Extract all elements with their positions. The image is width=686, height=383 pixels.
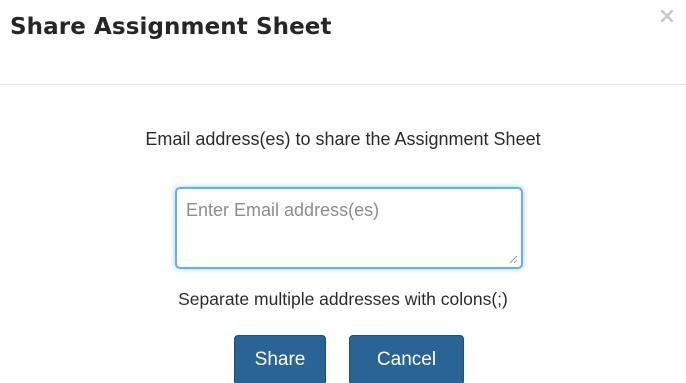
instructions-label: Email address(es) to share the Assignmen…: [145, 129, 541, 149]
share-button[interactable]: Share: [234, 335, 326, 383]
share-dialog: Share Assignment Sheet × Email address(e…: [0, 0, 686, 383]
dialog-header: Share Assignment Sheet ×: [0, 0, 686, 85]
separator-hint: Separate multiple addresses with colons(…: [178, 289, 508, 309]
dialog-title: Share Assignment Sheet: [10, 14, 332, 40]
resize-handle-icon[interactable]: [508, 254, 518, 264]
close-icon[interactable]: ×: [654, 4, 680, 30]
dialog-body: Email address(es) to share the Assignmen…: [0, 85, 686, 383]
email-field[interactable]: [177, 189, 521, 267]
email-field-container: [175, 187, 523, 269]
cancel-button[interactable]: Cancel: [349, 335, 464, 383]
